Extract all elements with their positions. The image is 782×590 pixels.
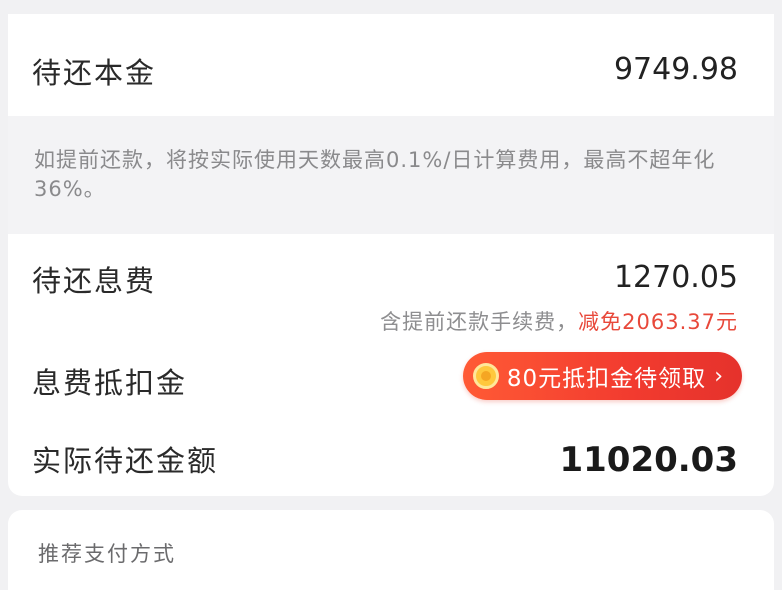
claim-coupon-label: 80元抵扣金待领取 [506,366,707,392]
principal-row: 待还本金 9749.98 [8,14,774,116]
total-value: 11020.03 [559,440,738,480]
repayment-summary: 待还息费 1270.05 含提前还款手续费，减免2063.37元 息费抵扣金 8… [8,234,774,496]
fee-note: 含提前还款手续费，减免2063.37元 [380,306,738,336]
payment-method-section: 推荐支付方式 [8,510,774,590]
claim-coupon-button[interactable]: 80元抵扣金待领取 › [462,352,742,400]
fee-waiver-amount: 减免2063.37元 [578,310,738,334]
principal-label: 待还本金 [32,56,157,90]
interest-value: 1270.05 [613,260,738,295]
coin-icon [472,363,499,389]
fee-note-prefix: 含提前还款手续费， [380,310,579,334]
principal-value: 9749.98 [613,52,738,87]
early-repayment-notice: 如提前还款，将按实际使用天数最高0.1%/日计算费用，最高不超年化36%。 [8,116,774,234]
chevron-right-icon: › [714,363,724,389]
notice-text: 如提前还款，将按实际使用天数最高0.1%/日计算费用，最高不超年化36%。 [34,148,716,201]
interest-label: 待还息费 [32,264,157,298]
total-label: 实际待还金额 [32,444,219,478]
coupon-label: 息费抵扣金 [32,366,188,400]
payment-section-title: 推荐支付方式 [38,542,176,566]
